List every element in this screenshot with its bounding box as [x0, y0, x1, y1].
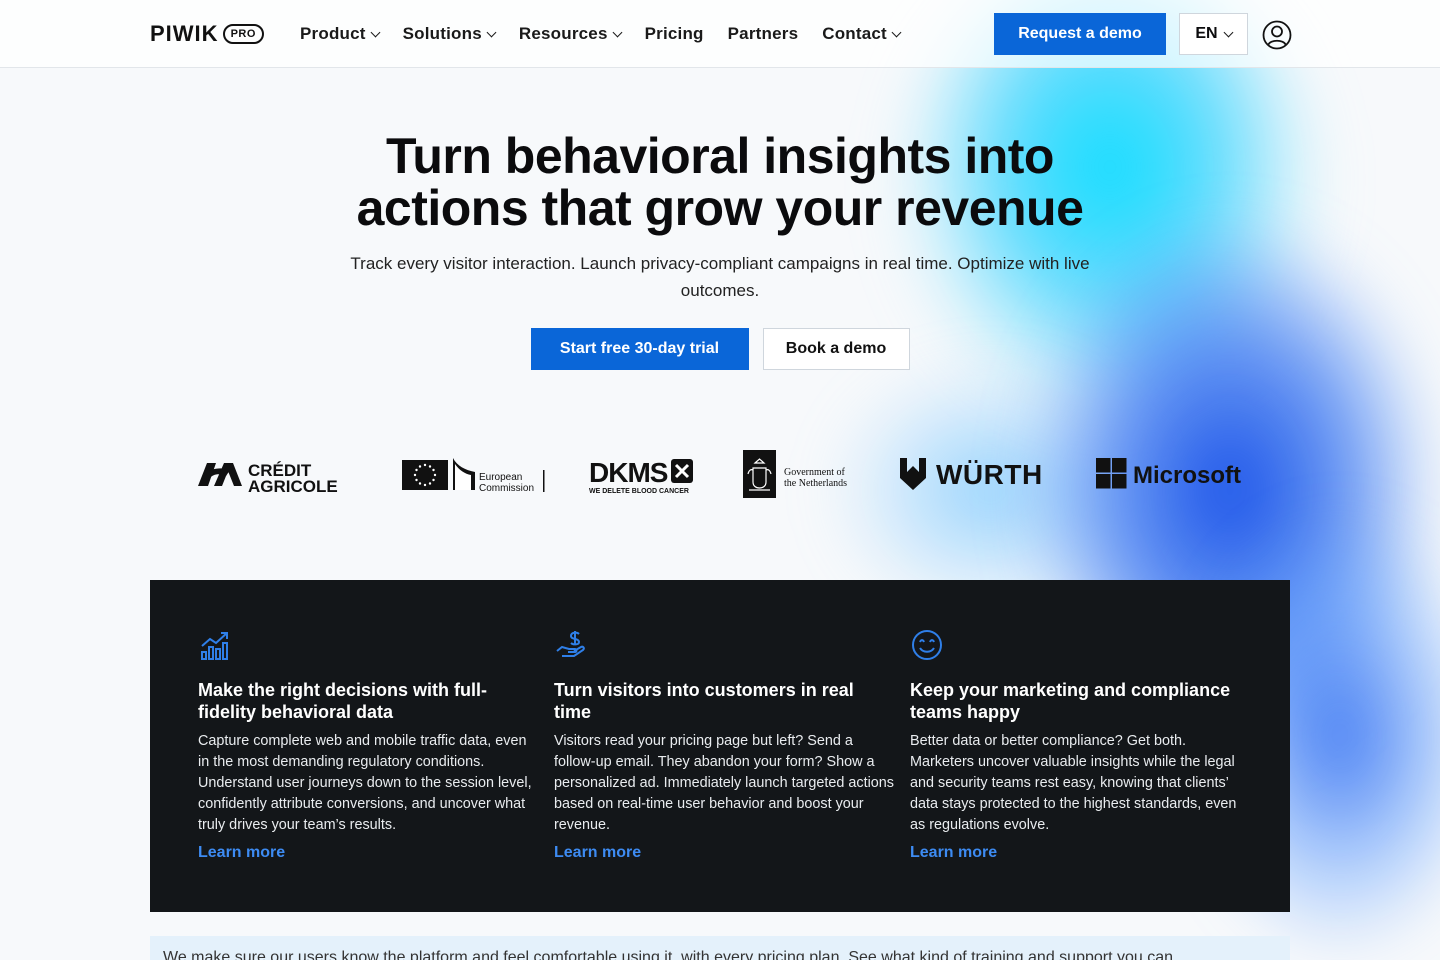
- nav-label: Contact: [822, 24, 887, 43]
- logo-wordmark: PIWIK: [150, 21, 219, 46]
- learn-more-link[interactable]: Learn more: [910, 844, 1250, 862]
- book-demo-button[interactable]: Book a demo: [762, 328, 910, 370]
- request-demo-button[interactable]: Request a demo: [994, 13, 1166, 55]
- feature-title: Turn visitors into customers in real tim…: [554, 680, 854, 722]
- wurth-logo: WÜRTH: [899, 446, 1049, 502]
- chevron-down-icon: [891, 27, 902, 37]
- nav-label: Partners: [727, 24, 799, 43]
- hand-dollar-icon: [556, 631, 585, 657]
- feature-body: Visitors read your pricing page but left…: [554, 733, 894, 833]
- feature-card: Make the right decisions with full-fidel…: [198, 628, 538, 862]
- notice-text: We make sure our users know the platform…: [163, 949, 1174, 960]
- european-commission-line1: European: [479, 472, 522, 483]
- nav-label: Resources: [518, 24, 608, 43]
- dkms-tagline: WE DELETE BLOOD CANCER: [589, 488, 689, 495]
- chart-growth-icon: [201, 632, 228, 660]
- european-commission-line2: Commission: [479, 483, 534, 494]
- nav-item-contact[interactable]: Contact: [822, 24, 902, 44]
- netherlands-line2: the Netherlands: [784, 478, 847, 489]
- start-trial-button[interactable]: Start free 30-day trial: [530, 328, 749, 370]
- piwik-pro-logo[interactable]: PIWIK PRO: [150, 22, 264, 46]
- pricing-notice: We make sure our users know the platform…: [150, 936, 1290, 960]
- main-nav: Product Solutions Resources Pricing Part…: [300, 0, 902, 68]
- nav-item-solutions[interactable]: Solutions: [402, 24, 497, 44]
- feature-title: Make the right decisions with full-fidel…: [198, 680, 488, 722]
- netherlands-line1: Government of: [784, 467, 845, 478]
- learn-more-link[interactable]: Learn more: [198, 844, 538, 862]
- nav-item-resources[interactable]: Resources: [518, 24, 623, 44]
- user-icon[interactable]: [1262, 20, 1292, 50]
- nav-item-pricing[interactable]: Pricing: [645, 24, 704, 44]
- microsoft-wordmark: Microsoft: [1133, 462, 1241, 489]
- learn-more-link[interactable]: Learn more: [554, 844, 894, 862]
- hero-section: Turn behavioral insights into actions th…: [0, 130, 1440, 370]
- wurth-wordmark: WÜRTH: [936, 459, 1043, 490]
- nav-label: Solutions: [402, 24, 482, 43]
- smiley-icon: [912, 630, 942, 660]
- nav-label: Product: [300, 24, 366, 43]
- language-selector[interactable]: EN: [1179, 13, 1248, 55]
- chevron-down-icon: [1223, 27, 1234, 37]
- credit-agricole-line2: AGRICOLE: [248, 477, 338, 496]
- nav-item-product[interactable]: Product: [300, 24, 381, 44]
- chevron-down-icon: [370, 27, 381, 37]
- feature-body: Better data or better compliance? Get bo…: [910, 733, 1237, 833]
- feature-card: Keep your marketing and compliance teams…: [910, 628, 1250, 862]
- client-logos: CRÉDIT AGRICOLE European Commission DKMS: [196, 446, 1244, 502]
- nav-label: Pricing: [644, 24, 704, 43]
- language-label: EN: [1195, 25, 1218, 42]
- microsoft-logo: Microsoft: [1095, 446, 1244, 502]
- site-header: PIWIK PRO Product Solutions Resources Pr…: [0, 0, 1440, 68]
- european-commission-logo: European Commission: [401, 446, 546, 502]
- dkms-wordmark: DKMS: [589, 457, 668, 488]
- feature-body: Capture complete web and mobile traffic …: [198, 733, 532, 833]
- hero-subtitle: Track every visitor interaction. Launch …: [350, 254, 1090, 300]
- government-netherlands-logo: Government of the Netherlands: [742, 446, 854, 502]
- features-panel: Make the right decisions with full-fidel…: [150, 580, 1290, 912]
- chevron-down-icon: [612, 27, 623, 37]
- feature-card: Turn visitors into customers in real tim…: [554, 628, 894, 862]
- hero-title: Turn behavioral insights into actions th…: [356, 128, 1084, 236]
- nav-item-partners[interactable]: Partners: [728, 24, 799, 44]
- credit-agricole-logo: CRÉDIT AGRICOLE: [196, 446, 356, 502]
- hero-actions: Start free 30-day trial Book a demo: [0, 328, 1440, 370]
- feature-title: Keep your marketing and compliance teams…: [910, 680, 1231, 722]
- dkms-logo: DKMS WE DELETE BLOOD CANCER: [589, 446, 695, 502]
- logo-badge: PRO: [222, 24, 264, 44]
- chevron-down-icon: [486, 27, 497, 37]
